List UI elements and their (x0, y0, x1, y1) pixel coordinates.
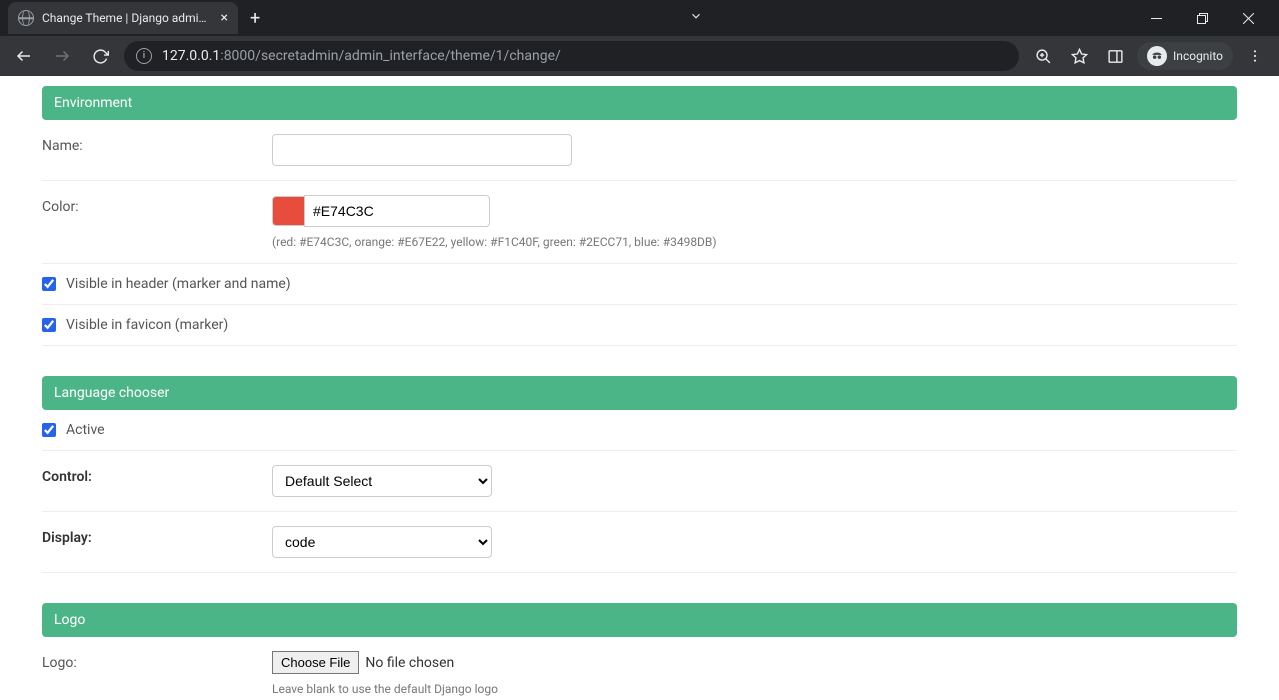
zoom-icon[interactable] (1029, 42, 1057, 70)
browser-chrome: Change Theme | Django adminis × + (0, 0, 1279, 76)
browser-toolbar: i 127.0.0.1:8000/secretadmin/admin_inter… (0, 36, 1279, 76)
back-button[interactable] (10, 42, 38, 70)
choose-file-button[interactable]: Choose File (272, 651, 359, 674)
visible-header-checkbox[interactable] (42, 277, 56, 291)
file-status: No file chosen (365, 655, 454, 671)
language-section: Active Control: Default Select Display: … (42, 410, 1237, 573)
new-tab-button[interactable]: + (242, 8, 268, 29)
tab-title: Change Theme | Django adminis (42, 11, 213, 25)
environment-section: Name: Color: (red: #E74C3C, orange: #E67… (42, 120, 1237, 346)
visible-favicon-row: Visible in favicon (marker) (42, 305, 1237, 346)
visible-header-label[interactable]: Visible in header (marker and name) (66, 276, 291, 292)
kebab-menu-icon[interactable] (1241, 42, 1269, 70)
browser-tab[interactable]: Change Theme | Django adminis × (8, 2, 238, 34)
env-name-label: Name: (42, 134, 272, 154)
incognito-badge[interactable]: Incognito (1137, 42, 1233, 70)
logo-help: Leave blank to use the default Django lo… (272, 682, 1237, 696)
tab-bar: Change Theme | Django adminis × + (0, 0, 1279, 36)
language-control-label: Control: (42, 465, 272, 485)
visible-header-row: Visible in header (marker and name) (42, 264, 1237, 305)
env-name-input[interactable] (272, 134, 572, 166)
color-swatch[interactable] (272, 196, 304, 226)
logo-row: Logo: Choose File No file chosen Leave b… (42, 637, 1237, 700)
language-section-header: Language chooser (42, 376, 1237, 410)
env-color-row: Color: (red: #E74C3C, orange: #E67E22, y… (42, 181, 1237, 264)
language-control-row: Control: Default Select (42, 451, 1237, 512)
reload-button[interactable] (86, 42, 114, 70)
language-active-row: Active (42, 410, 1237, 451)
environment-section-header: Environment (42, 86, 1237, 120)
info-icon[interactable]: i (136, 48, 152, 64)
address-bar[interactable]: i 127.0.0.1:8000/secretadmin/admin_inter… (124, 41, 1019, 71)
maximize-button[interactable] (1179, 3, 1225, 33)
language-display-select[interactable]: code (272, 526, 492, 558)
logo-label: Logo: (42, 651, 272, 671)
chevron-down-icon[interactable] (689, 9, 703, 27)
forward-button[interactable] (48, 42, 76, 70)
language-active-label[interactable]: Active (66, 422, 105, 438)
env-color-input[interactable] (304, 195, 490, 227)
visible-favicon-checkbox[interactable] (42, 318, 56, 332)
close-window-button[interactable] (1225, 3, 1271, 33)
page-content: Environment Name: Color: (red: #E74C3C, … (0, 76, 1279, 700)
panel-icon[interactable] (1101, 42, 1129, 70)
window-controls (1133, 3, 1271, 33)
close-tab-icon[interactable]: × (221, 10, 228, 26)
incognito-label: Incognito (1173, 49, 1223, 63)
minimize-button[interactable] (1133, 3, 1179, 33)
env-name-row: Name: (42, 120, 1237, 181)
bookmark-icon[interactable] (1065, 42, 1093, 70)
logo-section-header: Logo (42, 603, 1237, 637)
globe-icon (18, 10, 34, 26)
logo-section: Logo: Choose File No file chosen Leave b… (42, 637, 1237, 700)
env-color-help: (red: #E74C3C, orange: #E67E22, yellow: … (272, 235, 1237, 249)
language-active-checkbox[interactable] (42, 423, 56, 437)
visible-favicon-label[interactable]: Visible in favicon (marker) (66, 317, 228, 333)
incognito-icon (1147, 46, 1167, 66)
language-display-label: Display: (42, 526, 272, 546)
env-color-label: Color: (42, 195, 272, 215)
language-display-row: Display: code (42, 512, 1237, 573)
language-control-select[interactable]: Default Select (272, 465, 492, 497)
url-text: 127.0.0.1:8000/secretadmin/admin_interfa… (162, 48, 561, 64)
